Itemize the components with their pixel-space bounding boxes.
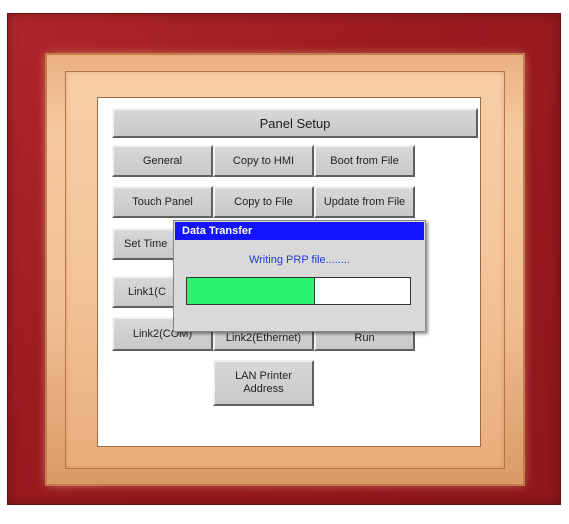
copy-to-hmi-button[interactable]: Copy to HMI [213, 145, 314, 177]
update-from-file-button[interactable]: Update from File [314, 186, 415, 218]
data-transfer-dialog: Data Transfer Writing PRP file........ [173, 220, 426, 332]
general-button[interactable]: General [112, 145, 213, 177]
progress-fill [187, 278, 316, 304]
touch-panel-button[interactable]: Touch Panel [112, 186, 213, 218]
transfer-progress-bar [186, 277, 411, 305]
copy-to-file-button[interactable]: Copy to File [213, 186, 314, 218]
dialog-title-bar: Data Transfer [175, 222, 424, 240]
dialog-message: Writing PRP file........ [248, 254, 351, 266]
lan-printer-address-button[interactable]: LAN Printer Address [213, 360, 314, 406]
panel-setup-title-button[interactable]: Panel Setup [112, 108, 478, 138]
boot-from-file-button[interactable]: Boot from File [314, 145, 415, 177]
